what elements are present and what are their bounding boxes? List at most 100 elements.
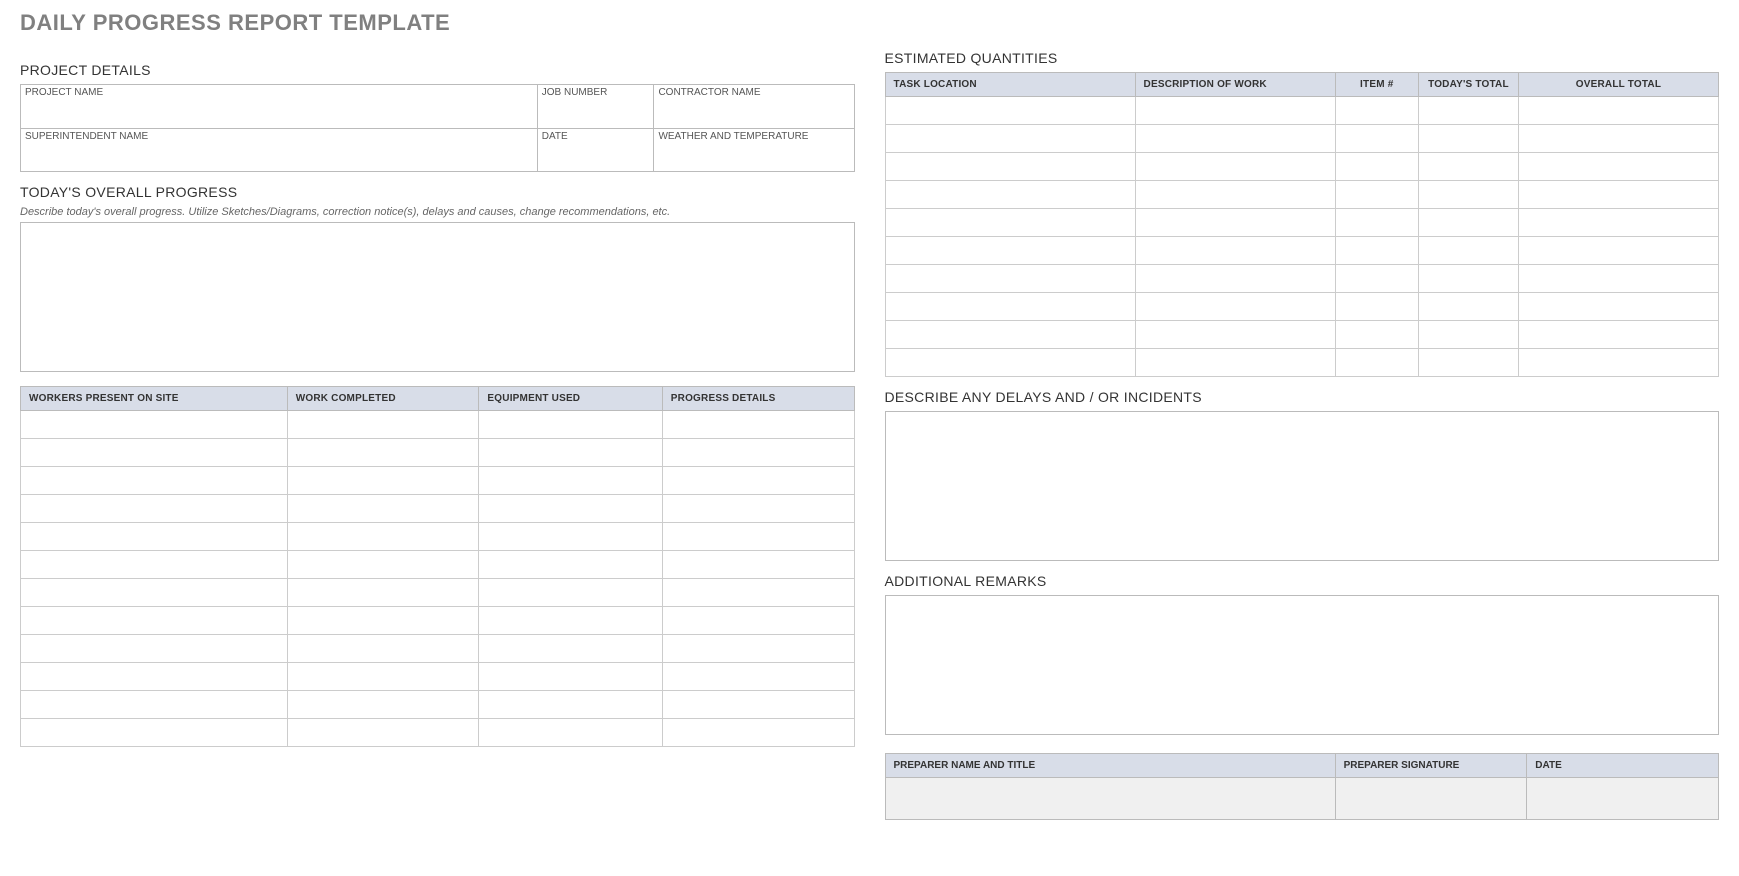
table-cell[interactable] [662,523,854,551]
table-cell[interactable] [885,237,1135,265]
table-cell[interactable] [287,635,479,663]
table-cell[interactable] [1418,237,1518,265]
delays-textarea[interactable] [885,411,1720,561]
contractor-name-input[interactable] [654,98,854,128]
table-cell[interactable] [1518,181,1718,209]
table-cell[interactable] [1335,153,1418,181]
preparer-signature-input[interactable] [1335,778,1527,820]
table-cell[interactable] [21,719,288,747]
table-cell[interactable] [662,551,854,579]
table-cell[interactable] [1418,153,1518,181]
table-cell[interactable] [662,607,854,635]
table-cell[interactable] [21,635,288,663]
table-cell[interactable] [1135,181,1335,209]
table-cell[interactable] [21,439,288,467]
table-cell[interactable] [1135,209,1335,237]
table-cell[interactable] [1335,265,1418,293]
table-cell[interactable] [885,349,1135,377]
table-cell[interactable] [21,495,288,523]
table-cell[interactable] [479,663,662,691]
table-cell[interactable] [1518,209,1718,237]
table-cell[interactable] [287,411,479,439]
table-cell[interactable] [1335,125,1418,153]
preparer-name-input[interactable] [885,778,1335,820]
table-cell[interactable] [885,265,1135,293]
table-cell[interactable] [287,551,479,579]
table-cell[interactable] [885,321,1135,349]
table-cell[interactable] [479,551,662,579]
table-cell[interactable] [1518,97,1718,125]
table-cell[interactable] [479,467,662,495]
table-cell[interactable] [1335,349,1418,377]
table-cell[interactable] [1135,97,1335,125]
table-cell[interactable] [479,439,662,467]
table-cell[interactable] [885,97,1135,125]
table-cell[interactable] [1518,293,1718,321]
table-cell[interactable] [479,719,662,747]
job-number-input[interactable] [537,98,654,128]
table-cell[interactable] [21,411,288,439]
table-cell[interactable] [1135,293,1335,321]
table-cell[interactable] [21,467,288,495]
table-cell[interactable] [662,495,854,523]
table-cell[interactable] [287,439,479,467]
table-cell[interactable] [885,209,1135,237]
project-name-input[interactable] [21,98,538,128]
table-cell[interactable] [287,523,479,551]
table-cell[interactable] [1518,153,1718,181]
table-cell[interactable] [885,293,1135,321]
table-cell[interactable] [1518,321,1718,349]
table-cell[interactable] [1418,125,1518,153]
table-cell[interactable] [1335,293,1418,321]
table-cell[interactable] [1335,97,1418,125]
table-cell[interactable] [479,635,662,663]
table-cell[interactable] [287,691,479,719]
table-cell[interactable] [1418,209,1518,237]
table-cell[interactable] [21,579,288,607]
table-cell[interactable] [662,635,854,663]
table-cell[interactable] [1418,321,1518,349]
table-cell[interactable] [1518,349,1718,377]
table-cell[interactable] [662,411,854,439]
table-cell[interactable] [885,153,1135,181]
date-input[interactable] [537,142,654,172]
table-cell[interactable] [1418,181,1518,209]
table-cell[interactable] [287,579,479,607]
table-cell[interactable] [21,691,288,719]
table-cell[interactable] [1135,153,1335,181]
table-cell[interactable] [1135,237,1335,265]
table-cell[interactable] [287,467,479,495]
remarks-textarea[interactable] [885,595,1720,735]
table-cell[interactable] [885,181,1135,209]
table-cell[interactable] [662,719,854,747]
table-cell[interactable] [1418,265,1518,293]
table-cell[interactable] [21,551,288,579]
signature-date-input[interactable] [1527,778,1719,820]
table-cell[interactable] [479,411,662,439]
table-cell[interactable] [885,125,1135,153]
table-cell[interactable] [479,691,662,719]
table-cell[interactable] [1135,349,1335,377]
table-cell[interactable] [1518,125,1718,153]
superintendent-input[interactable] [21,142,538,172]
table-cell[interactable] [662,467,854,495]
table-cell[interactable] [1135,125,1335,153]
weather-input[interactable] [654,142,854,172]
table-cell[interactable] [21,523,288,551]
table-cell[interactable] [1135,265,1335,293]
table-cell[interactable] [479,579,662,607]
table-cell[interactable] [1418,97,1518,125]
table-cell[interactable] [1335,321,1418,349]
table-cell[interactable] [662,691,854,719]
table-cell[interactable] [662,439,854,467]
table-cell[interactable] [1518,265,1718,293]
table-cell[interactable] [287,607,479,635]
table-cell[interactable] [1135,321,1335,349]
table-cell[interactable] [287,719,479,747]
table-cell[interactable] [21,607,288,635]
table-cell[interactable] [1418,349,1518,377]
table-cell[interactable] [479,495,662,523]
table-cell[interactable] [662,663,854,691]
table-cell[interactable] [21,663,288,691]
table-cell[interactable] [1518,237,1718,265]
